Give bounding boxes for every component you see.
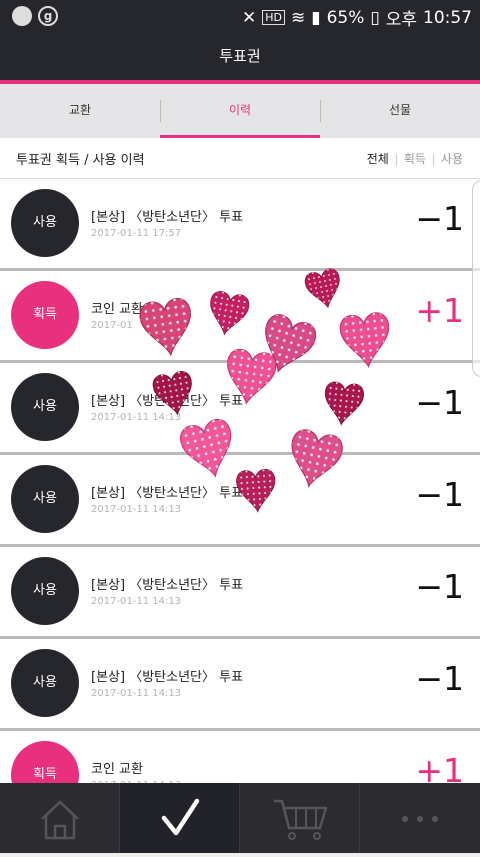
item-date: 2017-01-11 14:13 [91,412,182,423]
more-icon [402,816,438,822]
cart-icon [274,799,328,840]
filter-earned[interactable]: 획득 [397,150,433,167]
item-date: 2017-01 [91,320,133,331]
item-title: 코인 교환 [91,762,143,777]
filter-all[interactable]: 전체 [360,150,396,167]
status-right: ✕ HD ≋ ▮ 65% ▯ 오후 10:57 [241,5,472,31]
item-amount: −1 [415,199,464,238]
list-item[interactable]: 획득 코인 교환 2017-01 +1 [0,271,480,363]
list-item[interactable]: 사용 [본상] 〈방탄소년단〉 투표 2017-01-11 17:57 −1 [0,179,480,271]
battery-icon: ▯ [370,7,380,28]
page-title: 투표권 [0,32,480,80]
tab-exchange[interactable]: 교환 [0,84,160,138]
filter-used[interactable]: 사용 [434,150,470,167]
item-title: [본상] 〈방탄소년단〉 투표 [91,578,244,593]
bottom-nav [0,783,480,853]
list-item[interactable]: 사용 [본상] 〈방탄소년단〉 투표 2017-01-11 14:13 −1 [0,363,480,455]
filter-options: 전체 획득 사용 [360,150,470,167]
item-title: 코인 교환 [91,302,143,317]
wifi-icon: ≋ [290,7,306,28]
scroll-indicator[interactable] [472,180,480,377]
app-notification-icon [12,6,32,26]
history-list: 사용 [본상] 〈방탄소년단〉 투표 2017-01-11 17:57 −1 획… [0,179,480,823]
item-title: [본상] 〈방탄소년단〉 투표 [91,210,244,225]
tab-bar: 교환 이력 선물 [0,84,480,138]
item-amount: −1 [415,659,464,698]
badge-earned: 획득 [11,281,79,349]
item-amount: −1 [415,383,464,422]
item-title: [본상] 〈방탄소년단〉 투표 [91,670,244,685]
nav-shop[interactable] [240,783,359,853]
filter-bar: 투표권 획득 / 사용 이력 전체 획득 사용 [0,138,480,179]
network-badge: HD [262,10,285,25]
item-title: [본상] 〈방탄소년단〉 투표 [91,394,244,409]
check-icon [161,798,200,836]
signal-icon: ▮ [311,7,321,28]
list-item[interactable]: 사용 [본상] 〈방탄소년단〉 투표 2017-01-11 14:13 −1 [0,547,480,639]
history-heading: 투표권 획득 / 사용 이력 [16,153,145,168]
badge-used: 사용 [11,465,79,533]
tab-gift[interactable]: 선물 [320,84,480,138]
nav-more[interactable] [361,783,480,853]
mute-icon: ✕ [241,7,257,28]
battery-level: 65% [326,7,365,28]
list-item[interactable]: 사용 [본상] 〈방탄소년단〉 투표 2017-01-11 14:13 −1 [0,455,480,547]
nav-divider [359,783,360,853]
item-amount: −1 [415,475,464,514]
g-notification-icon: g [38,6,58,26]
status-bar: g ✕ HD ≋ ▮ 65% ▯ 오후 10:57 [0,0,480,32]
item-amount: +1 [415,291,464,330]
tab-history[interactable]: 이력 [160,84,320,138]
item-date: 2017-01-11 14:13 [91,596,182,607]
item-date: 2017-01-11 14:13 [91,688,182,699]
badge-used: 사용 [11,373,79,441]
badge-used: 사용 [11,557,79,625]
clock: 10:57 [423,7,472,28]
item-title: [본상] 〈방탄소년단〉 투표 [91,486,244,501]
badge-used: 사용 [11,649,79,717]
item-date: 2017-01-11 17:57 [91,228,182,239]
badge-used: 사용 [11,189,79,257]
nav-home[interactable] [0,783,119,853]
item-date: 2017-01-11 14:13 [91,504,182,515]
nav-history[interactable] [120,783,239,853]
list-item[interactable]: 사용 [본상] 〈방탄소년단〉 투표 2017-01-11 14:13 −1 [0,639,480,731]
ampm: 오후 [385,10,417,30]
item-amount: −1 [415,567,464,606]
home-icon [41,800,79,840]
